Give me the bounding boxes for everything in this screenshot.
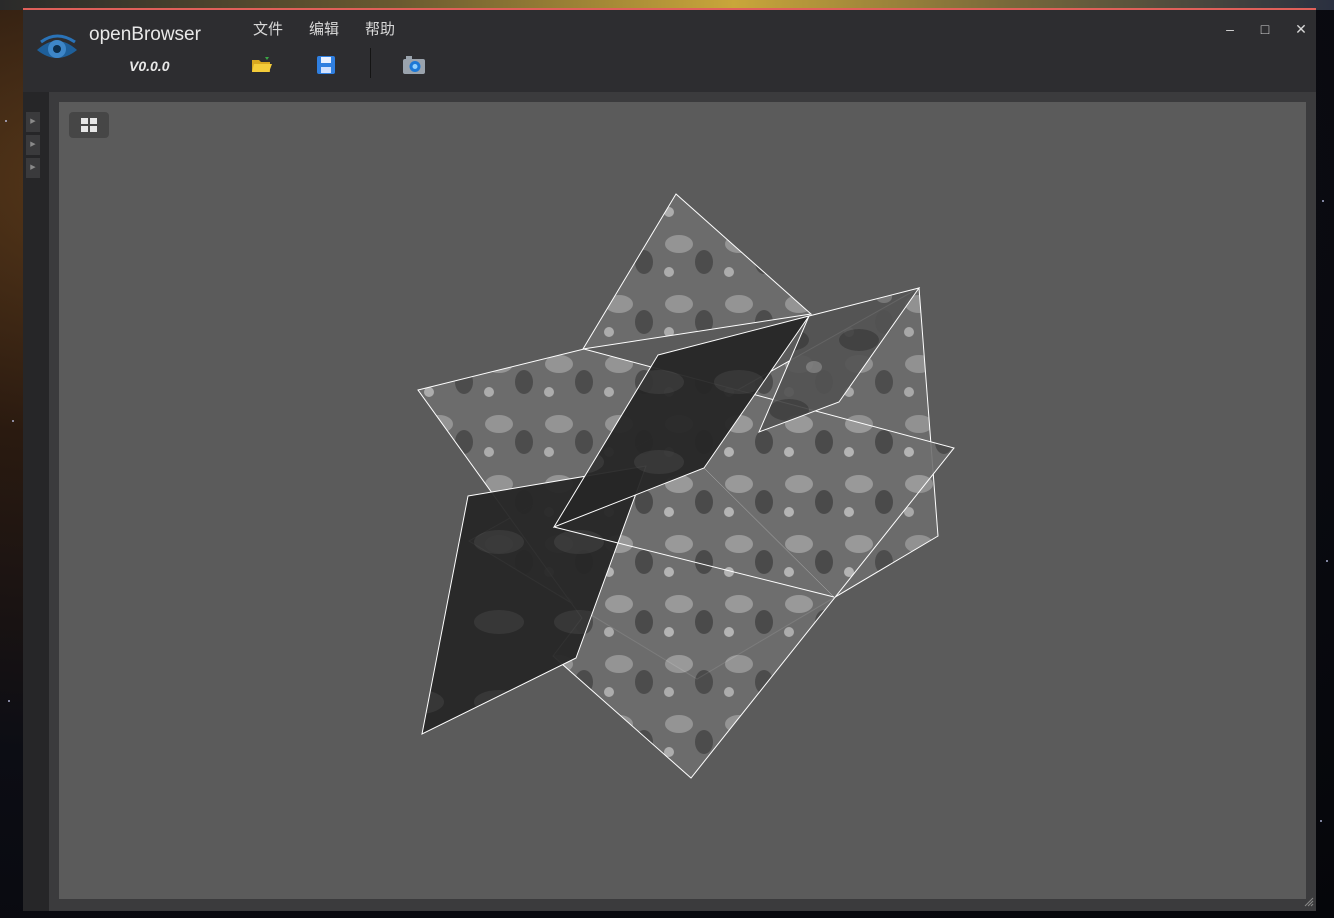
maximize-button[interactable]: □: [1254, 18, 1276, 40]
save-icon: [317, 56, 335, 74]
ct-slice-planes: [417, 193, 955, 779]
side-panel-strip: ▶ ▶ ▶: [23, 92, 49, 911]
titlebar: openBrowser V0.0.0 文件 编辑 帮助 – □ ✕: [23, 10, 1316, 92]
star: [1322, 200, 1324, 202]
resize-grip-icon[interactable]: [1304, 897, 1314, 907]
app-title: openBrowser: [89, 24, 201, 45]
eye-logo-icon: [37, 34, 77, 58]
menu-edit[interactable]: 编辑: [309, 18, 365, 39]
star: [12, 420, 14, 422]
grid-layout-icon: [81, 118, 97, 132]
minimize-button[interactable]: –: [1219, 18, 1241, 40]
open-file-button[interactable]: [249, 52, 275, 78]
expand-panel-arrow[interactable]: ▶: [26, 135, 40, 155]
toolbar-separator: [370, 48, 371, 78]
screenshot-button[interactable]: [401, 52, 427, 78]
star: [8, 700, 10, 702]
expand-panel-arrow[interactable]: ▶: [26, 112, 40, 132]
layout-toggle-button[interactable]: [69, 112, 109, 138]
app-window: openBrowser V0.0.0 文件 编辑 帮助 – □ ✕ ▶ ▶ ▶: [23, 8, 1316, 911]
star: [1320, 820, 1322, 822]
star: [1326, 560, 1328, 562]
save-button[interactable]: [313, 52, 339, 78]
close-button[interactable]: ✕: [1290, 18, 1312, 40]
menu-help[interactable]: 帮助: [365, 18, 421, 39]
folder-open-icon: [252, 57, 272, 72]
viewport-frame: [49, 92, 1316, 911]
expand-panel-arrow[interactable]: ▶: [26, 158, 40, 178]
menu-bar: 文件 编辑 帮助: [253, 18, 421, 39]
app-version: V0.0.0: [129, 58, 170, 74]
menu-file[interactable]: 文件: [253, 18, 309, 39]
camera-icon: [403, 56, 425, 74]
star: [5, 120, 7, 122]
3d-viewport[interactable]: [59, 102, 1306, 899]
